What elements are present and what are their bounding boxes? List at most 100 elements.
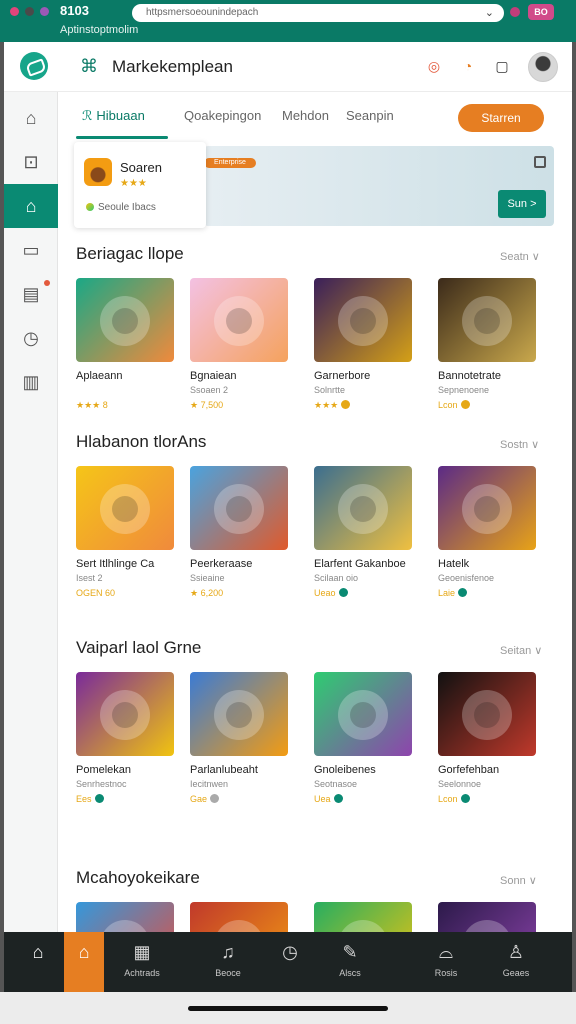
game-card[interactable]: Sert Itlhlinge Ca Isest 2 OGEN 60 — [76, 466, 176, 606]
home-indicator[interactable] — [188, 1006, 388, 1011]
dot-red[interactable] — [10, 7, 19, 16]
game-card[interactable]: Parlanlubeaht Iecitnwen Gae — [190, 672, 290, 812]
game-thumbnail[interactable] — [438, 902, 536, 932]
url-bar[interactable]: httpsmersoeounindepach ⌄ — [132, 4, 504, 22]
character-face — [350, 496, 376, 522]
game-rating-text: Lcon — [438, 794, 458, 804]
logo-icon[interactable] — [20, 52, 48, 80]
notification-icon[interactable]: ◔ — [458, 57, 478, 77]
edit-icon: ✎ — [342, 942, 358, 962]
character-face — [112, 308, 138, 334]
game-card[interactable] — [438, 902, 538, 932]
tab-label: Hibuaan — [96, 108, 145, 123]
game-thumbnail[interactable] — [438, 278, 536, 362]
tab-seanpin[interactable]: Seanpin — [346, 108, 394, 123]
game-card[interactable]: Aplaeann ★★★ 8 — [76, 278, 176, 418]
sidebar-item-building[interactable]: ▥ — [4, 360, 58, 404]
character-face — [226, 308, 252, 334]
sidebar-item-compass[interactable]: ◷ — [4, 316, 58, 360]
bottom-nav-home[interactable]: ⌂ — [12, 932, 64, 992]
bottom-nav-grid[interactable]: ▦ Achtrads — [116, 932, 168, 992]
cta-button[interactable]: Starren — [458, 104, 544, 132]
sidebar-item-wallet[interactable]: ▭ — [4, 228, 58, 272]
edit-icon[interactable] — [534, 156, 546, 168]
game-thumbnail[interactable] — [76, 902, 174, 932]
game-rating-text: ★ 7,500 — [190, 400, 224, 410]
sidebar-item-store[interactable]: ⌂ — [4, 184, 58, 228]
browser-time: 8103 — [60, 3, 89, 18]
game-thumbnail[interactable] — [314, 278, 412, 362]
bottom-nav: ⌂ ⌂ ▦ Achtrads ♫ Beoce ◷ ✎ Alscs ⌓ Rosis ♙ Ge… — [4, 932, 572, 992]
game-thumbnail[interactable] — [190, 902, 288, 932]
see-all-link[interactable]: Sostn ∨ — [500, 438, 539, 451]
section-title: Hlabanon tlorAns — [76, 432, 207, 451]
game-thumbnail[interactable] — [76, 466, 174, 550]
browser-badge[interactable]: BO — [528, 4, 554, 20]
badge-icon — [458, 588, 468, 597]
game-thumbnail[interactable] — [314, 672, 412, 756]
sidebar-item-home[interactable]: ⌂ — [4, 96, 58, 140]
game-rating: Lcon — [438, 794, 470, 804]
dot-dark[interactable] — [25, 7, 34, 16]
tab-mehdon[interactable]: Mehdon — [282, 108, 329, 123]
game-thumbnail[interactable] — [190, 672, 288, 756]
dot-purple[interactable] — [40, 7, 49, 16]
character-art — [462, 920, 512, 932]
see-all-link[interactable]: Seitan ∨ — [500, 644, 542, 657]
banner-button[interactable]: Sun > — [498, 190, 546, 218]
promo-caption: Seoule Ibacs — [86, 202, 156, 213]
coin-icon — [86, 203, 94, 211]
game-thumbnail[interactable] — [76, 278, 174, 362]
bottom-nav-compass[interactable]: ◷ — [266, 932, 314, 992]
tab-hibuaan[interactable]: ℛ Hibuaan — [82, 108, 145, 124]
controller-icon[interactable]: ▢ — [492, 57, 512, 77]
tab-qoakepingon[interactable]: Qoakepingon — [184, 108, 261, 123]
game-thumbnail[interactable] — [190, 278, 288, 362]
game-rating: ★ 7,500 — [190, 400, 223, 411]
game-card[interactable] — [190, 902, 290, 932]
game-thumbnail[interactable] — [438, 466, 536, 550]
chevron-down-icon[interactable]: ⌄ — [485, 6, 494, 19]
promo-card[interactable]: Soaren ★★★ Seoule Ibacs — [74, 142, 206, 228]
target-icon[interactable]: ◎ — [424, 57, 444, 77]
bottom-nav-edit[interactable]: ✎ Alscs — [324, 932, 376, 992]
compass-icon: ◷ — [23, 327, 39, 348]
game-card[interactable]: Gnoleibenes Seotnasoe Uea — [314, 672, 414, 812]
game-thumbnail[interactable] — [190, 466, 288, 550]
game-thumbnail[interactable] — [314, 902, 412, 932]
badge-icon — [460, 400, 470, 409]
game-card[interactable]: Elarfent Gakanboe Scilaan oio Ueao — [314, 466, 414, 606]
building-icon: ▥ — [22, 371, 40, 392]
game-rating-text: Ees — [76, 794, 92, 804]
bottom-nav-house[interactable]: ⌂ — [64, 932, 104, 992]
game-card[interactable] — [76, 902, 176, 932]
hero-banner[interactable]: Enterprise Sun > — [204, 146, 554, 226]
game-card[interactable]: Garnerbore Solnrtte ★★★ — [314, 278, 414, 418]
see-all-link[interactable]: Sonn ∨ — [500, 874, 537, 887]
game-card[interactable]: Gorfefehban Seelonnoe Lcon — [438, 672, 538, 812]
game-card[interactable]: Bgnaiean Ssoaen 2 ★ 7,500 — [190, 278, 290, 418]
gamepad-icon: ⌘ — [80, 56, 98, 76]
game-rating: Laie — [438, 588, 468, 598]
sidebar-item-calendar[interactable]: ▤ — [4, 272, 58, 316]
game-thumbnail[interactable] — [314, 466, 412, 550]
character-face — [226, 702, 252, 728]
game-thumbnail[interactable] — [438, 672, 536, 756]
game-card[interactable]: Bannotetrate Sepnenoene Lcon — [438, 278, 538, 418]
game-card[interactable]: Pomelekan Senrhestnoc Ees — [76, 672, 176, 812]
see-all-link[interactable]: Seatn ∨ — [500, 250, 540, 263]
game-card[interactable]: Peerkeraase Ssieaine ★ 6,200 — [190, 466, 290, 606]
game-card[interactable] — [314, 902, 414, 932]
game-card[interactable]: Hatelk Geoenisfenoe Laie — [438, 466, 538, 606]
house-outline-icon: ⌂ — [78, 942, 90, 962]
basket-icon: ⌓ — [438, 942, 454, 962]
game-name: Sert Itlhlinge Ca — [76, 558, 155, 570]
game-thumbnail[interactable] — [76, 672, 174, 756]
bottom-nav-basket[interactable]: ⌓ Rosis — [420, 932, 472, 992]
active-tab-indicator — [76, 136, 168, 139]
sidebar-item-lock[interactable]: ⊡ — [4, 140, 58, 184]
bottom-nav-user[interactable]: ♙ Geaes — [488, 932, 544, 992]
record-icon[interactable] — [510, 7, 520, 17]
avatar[interactable] — [528, 52, 558, 82]
bottom-nav-music[interactable]: ♫ Beoce — [202, 932, 254, 992]
